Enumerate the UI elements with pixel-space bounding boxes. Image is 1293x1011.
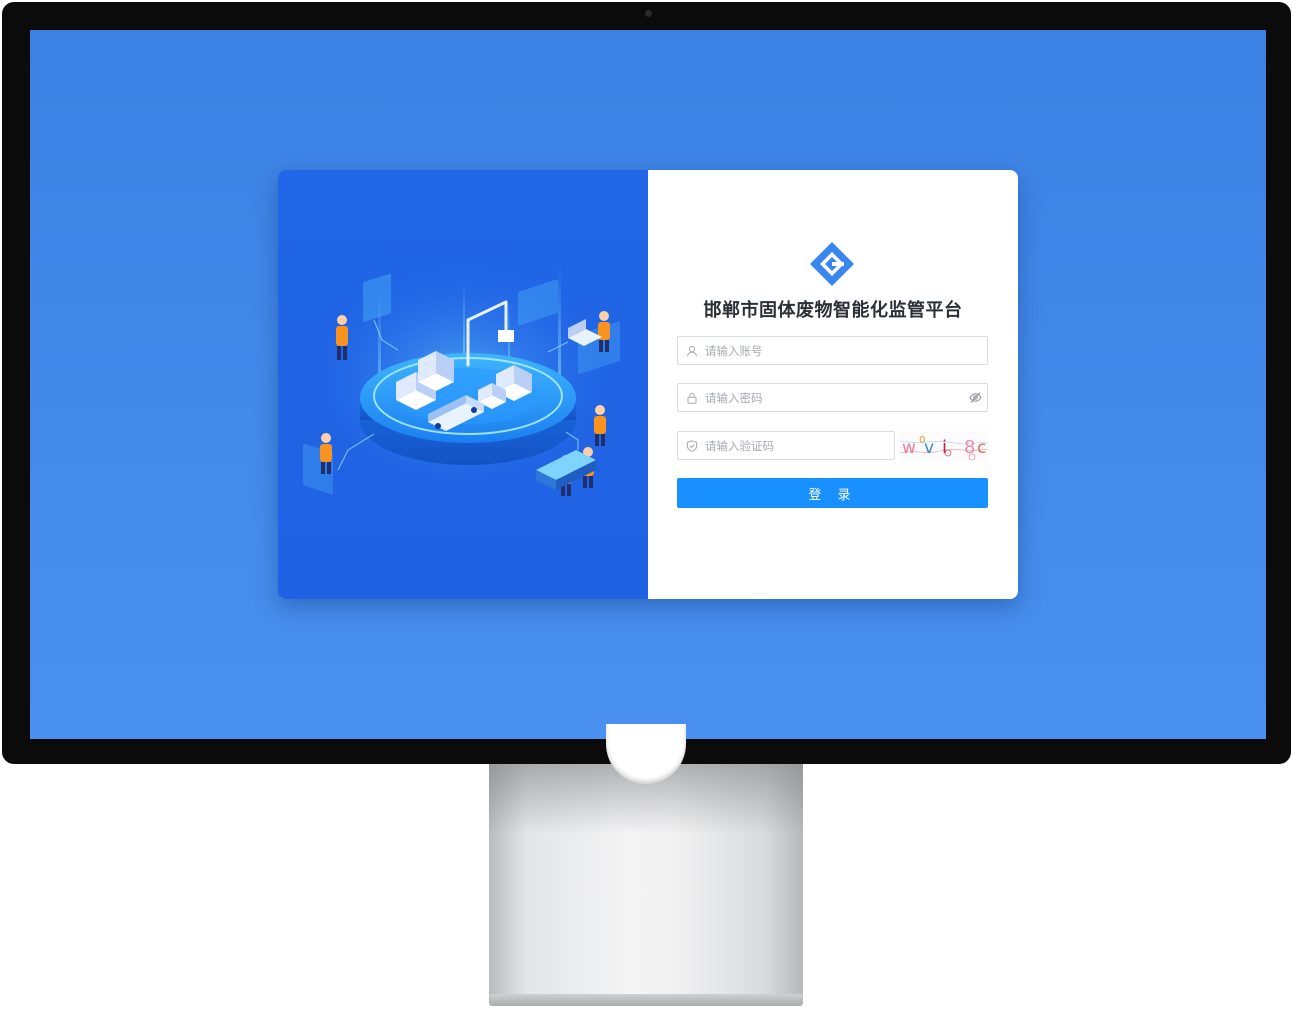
- captcha-char: v: [924, 438, 934, 458]
- illustration-panel: [278, 170, 648, 599]
- stand-base: [489, 994, 803, 1006]
- brand-diamond-logo: [810, 242, 854, 286]
- monitor-bezel: 邯郸市固体废物智能化监管平台 请输入账号 请输入验证码 w 0 v i 8 c …: [2, 2, 1291, 764]
- captcha-char: 8: [964, 437, 975, 458]
- login-form-panel: 邯郸市固体废物智能化监管平台 请输入账号 请输入验证码 w 0 v i 8 c …: [648, 170, 1018, 599]
- captcha-char: c: [977, 438, 986, 458]
- captcha-char: i: [942, 437, 947, 458]
- captcha-input[interactable]: [703, 432, 894, 459]
- user-icon: [681, 337, 703, 364]
- lock-icon: [681, 384, 703, 411]
- monitor-screen: 邯郸市固体废物智能化监管平台 请输入账号 请输入验证码 w 0 v i 8 c …: [30, 30, 1266, 739]
- captcha-char: w: [902, 438, 916, 458]
- password-input[interactable]: [703, 384, 963, 411]
- isometric-platform-illustration: [303, 260, 623, 500]
- camera-dot: [645, 10, 652, 17]
- password-field[interactable]: [677, 383, 988, 412]
- eye-off-icon[interactable]: [963, 384, 987, 411]
- login-card: 邯郸市固体废物智能化监管平台 请输入账号 请输入验证码 w 0 v i 8 c …: [278, 170, 1018, 599]
- account-input[interactable]: [703, 337, 987, 364]
- captcha-field[interactable]: [677, 431, 895, 460]
- account-field[interactable]: [677, 336, 988, 365]
- shield-icon: [681, 432, 703, 459]
- login-button[interactable]: 登 录: [677, 478, 988, 508]
- monitor-stand: [489, 724, 803, 996]
- platform-title: 邯郸市固体废物智能化监管平台: [703, 300, 963, 321]
- captcha-image[interactable]: w 0 v i 8 c: [900, 431, 988, 460]
